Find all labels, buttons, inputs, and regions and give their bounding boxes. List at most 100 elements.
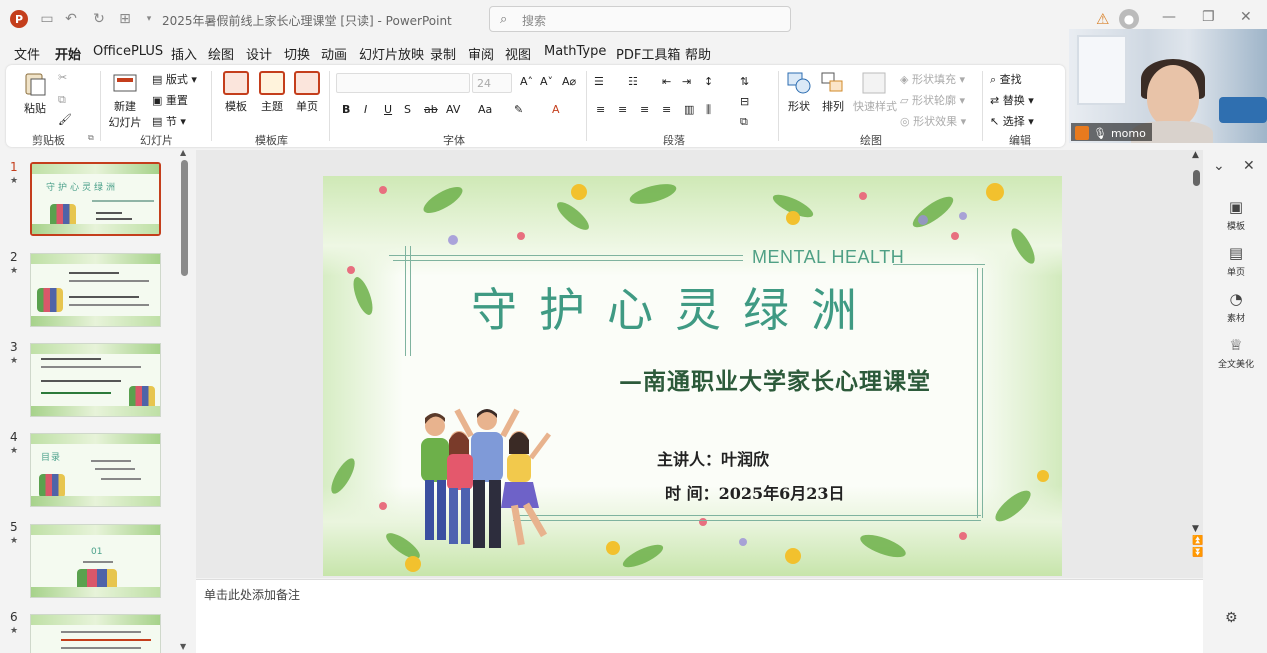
next-slide-icon[interactable]: ⏬ xyxy=(1192,548,1203,558)
strikethrough-icon[interactable]: ab xyxy=(424,103,438,116)
decrease-indent-icon[interactable]: ⇤ xyxy=(662,75,671,88)
shape-fill-button[interactable]: ◈ 形状填充 ▾ xyxy=(900,71,965,87)
current-slide[interactable]: MENTAL HEALTH 守护心灵绿洲 —南通职业大学家长心理课堂 主讲人：叶… xyxy=(323,176,1062,576)
scroll-down-icon[interactable]: ▼ xyxy=(180,642,186,651)
bold-icon[interactable]: B xyxy=(342,103,350,116)
scroll-down-icon[interactable]: ▼ xyxy=(1192,524,1199,534)
line-spacing-icon[interactable]: ↕ xyxy=(704,75,713,88)
cut-icon[interactable]: ✂ xyxy=(58,71,67,84)
thumbnail-scrollbar[interactable] xyxy=(181,160,188,276)
search-input[interactable]: ⌕ 搜索 xyxy=(489,6,791,32)
find-button[interactable]: ⌕ 查找 xyxy=(990,71,1022,87)
tab-help[interactable]: 帮助 xyxy=(685,44,711,63)
reset-button[interactable]: ▣ 重置 xyxy=(152,92,188,108)
pane-item-template[interactable]: ▣ 模板 xyxy=(1215,198,1257,232)
pane-item-beautify[interactable]: ♕ 全文美化 xyxy=(1215,336,1257,370)
replace-button[interactable]: ⇄ 替换 ▾ xyxy=(990,92,1034,108)
previous-slide-icon[interactable]: ⏫ xyxy=(1192,536,1203,546)
frame-line xyxy=(977,268,978,518)
tab-mathtype[interactable]: MathType xyxy=(544,44,606,59)
numbering-icon[interactable]: ☷ xyxy=(628,75,638,88)
pane-item-material[interactable]: ◔ 素材 xyxy=(1215,290,1257,324)
template-button[interactable]: 模板 xyxy=(221,71,251,114)
font-color-icon[interactable]: A xyxy=(552,103,560,116)
account-icon[interactable]: ● xyxy=(1119,9,1139,29)
pane-item-single-page[interactable]: ▤ 单页 xyxy=(1215,244,1257,278)
slide-thumbnail-2[interactable] xyxy=(30,253,161,327)
redo-icon[interactable]: ↻ xyxy=(90,10,108,28)
layout-button[interactable]: ▤ 版式 ▾ xyxy=(152,71,197,87)
copy-icon[interactable]: ⧉ xyxy=(58,93,66,107)
settings-gear-icon[interactable]: ⚙ xyxy=(1225,610,1238,626)
decrease-font-icon[interactable]: A˅ xyxy=(540,75,553,88)
align-right-icon[interactable]: ≡ xyxy=(640,103,649,116)
slide-thumbnail-6[interactable] xyxy=(30,614,161,653)
shape-effect-button[interactable]: ◎ 形状效果 ▾ xyxy=(900,113,966,129)
undo-icon[interactable]: ↶ xyxy=(62,10,80,28)
section-button[interactable]: ▤ 节 ▾ xyxy=(152,113,186,129)
paste-button[interactable]: 粘贴 xyxy=(20,71,50,116)
text-direction-icon[interactable]: ⇅ xyxy=(740,75,749,88)
change-case-icon[interactable]: Aa xyxy=(478,103,492,116)
slide-thumbnail-1[interactable]: 守护心灵绿洲 xyxy=(30,162,161,236)
scroll-up-icon[interactable]: ▲ xyxy=(1192,150,1199,160)
italic-icon[interactable]: I xyxy=(364,103,367,116)
bullets-icon[interactable]: ☰ xyxy=(594,75,604,88)
single-page-button[interactable]: 单页 xyxy=(292,71,322,114)
char-spacing-icon[interactable]: AV xyxy=(446,103,460,116)
tab-officeplus[interactable]: OfficePLUS xyxy=(93,44,163,59)
justify-icon[interactable]: ≡ xyxy=(662,103,671,116)
tab-draw[interactable]: 绘图 xyxy=(208,44,234,63)
warning-icon[interactable]: ⚠ xyxy=(1096,10,1109,28)
font-size-select[interactable]: 24 xyxy=(472,73,512,93)
clipboard-launcher-icon[interactable]: ⧉ xyxy=(88,133,94,143)
tab-view[interactable]: 视图 xyxy=(505,44,531,63)
tab-animations[interactable]: 动画 xyxy=(321,44,347,63)
highlight-icon[interactable]: ✎ xyxy=(514,103,523,116)
select-button[interactable]: ↖ 选择 ▾ xyxy=(990,113,1034,129)
scroll-up-icon[interactable]: ▲ xyxy=(180,148,186,157)
align-text-icon[interactable]: ⊟ xyxy=(740,95,749,108)
tab-file[interactable]: 文件 xyxy=(14,44,40,63)
theme-button[interactable]: 主题 xyxy=(257,71,287,114)
slide-thumbnail-3[interactable] xyxy=(30,343,161,417)
present-icon[interactable]: ⊞ xyxy=(116,10,134,28)
customize-quick-access-icon[interactable]: ▾ xyxy=(140,10,158,28)
slide-scrollbar[interactable] xyxy=(1193,170,1200,186)
notes-pane[interactable]: 单击此处添加备注 xyxy=(196,579,1203,653)
clear-format-icon[interactable]: A⌀ xyxy=(562,75,576,88)
underline-icon[interactable]: U xyxy=(384,103,392,116)
chevron-down-icon[interactable]: ⌄ xyxy=(1213,158,1225,174)
smartart-icon[interactable]: ⧉ xyxy=(740,115,748,129)
arrange-button[interactable]: 排列 xyxy=(818,71,848,114)
new-slide-button[interactable]: 新建 幻灯片 xyxy=(106,71,144,130)
close-pane-icon[interactable]: ✕ xyxy=(1243,158,1255,174)
distribute-icon[interactable]: ▥ xyxy=(684,103,694,116)
slide-thumbnail-5[interactable]: 01 xyxy=(30,524,161,598)
font-family-select[interactable] xyxy=(336,73,470,93)
tab-review[interactable]: 审阅 xyxy=(468,44,494,63)
tab-slideshow[interactable]: 幻灯片放映 xyxy=(359,44,424,63)
increase-indent-icon[interactable]: ⇥ xyxy=(682,75,691,88)
tab-record[interactable]: 录制 xyxy=(430,44,456,63)
shape-outline-button[interactable]: ▱ 形状轮廓 ▾ xyxy=(900,92,965,108)
tab-transitions[interactable]: 切换 xyxy=(284,44,310,63)
close-button[interactable]: ✕ xyxy=(1240,9,1252,25)
video-call-overlay[interactable]: 🎙 momo xyxy=(1069,29,1267,143)
columns-icon[interactable]: ⫼ xyxy=(706,103,711,117)
quick-style-button[interactable]: 快速样式 xyxy=(853,71,897,114)
tab-insert[interactable]: 插入 xyxy=(171,44,197,63)
shape-button[interactable]: 形状 xyxy=(784,71,814,114)
slide-thumbnail-4[interactable]: 目录 xyxy=(30,433,161,507)
tab-home[interactable]: 开始 xyxy=(55,44,82,68)
align-center-icon[interactable]: ≡ xyxy=(618,103,627,116)
increase-font-icon[interactable]: A˄ xyxy=(520,75,533,88)
minimize-button[interactable]: — xyxy=(1162,9,1176,25)
save-icon[interactable]: ▭ xyxy=(38,10,56,28)
align-left-icon[interactable]: ≡ xyxy=(596,103,605,116)
restore-button[interactable]: ❐ xyxy=(1202,9,1215,25)
shadow-icon[interactable]: S xyxy=(404,103,411,116)
tab-pdf-toolbox[interactable]: PDF工具箱 xyxy=(616,44,680,63)
tab-design[interactable]: 设计 xyxy=(246,44,272,63)
format-painter-icon[interactable]: 🖌 xyxy=(58,113,72,126)
